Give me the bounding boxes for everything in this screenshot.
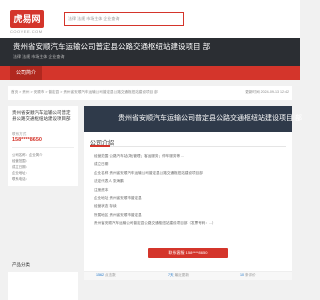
section-accent (90, 145, 110, 147)
stat-value: 1562 (96, 273, 104, 277)
banner-subtitle: 法律 法规 市场主体 企业查询 (13, 54, 65, 59)
info-row: 企业名称 贵州省安顺汽车运输公司普定县公路交通枢纽站建设项目部 (94, 170, 203, 175)
info-row: 注册资本 (94, 187, 109, 192)
company-info-list: 经营范围 公路汽车站(场)管理；客运服务；停车服务等 ... 成立日期 企业名称… (94, 152, 286, 228)
stat-reviews: 10 条评价 (240, 273, 256, 278)
search-input[interactable]: 法律 法规 市场主体 企业查询 (64, 12, 184, 26)
info-row: 经营状态 存续 (94, 204, 117, 209)
contact-phone[interactable]: 158****8650 (12, 137, 42, 143)
sidebar-company-name: 贵州省安顺汽车运输公司普定县公路交通枢纽站建设项目部 (12, 110, 71, 121)
stat-value: 10 (240, 273, 244, 277)
stat-value: 7天 (168, 273, 174, 277)
product-category-label: 产品分类 (12, 262, 30, 267)
nav-bar (0, 66, 300, 80)
banner-title: 贵州省安顺汽车运输公司普定县公路交通枢纽站建设项目 部 (13, 42, 211, 51)
product-category-box (8, 272, 78, 300)
info-row: 所属地区 贵州省安顺市普定县 (94, 212, 142, 217)
info-row: 法定代表人 张海鹏 (94, 179, 124, 184)
section-divider (90, 146, 286, 147)
stat-clicks: 1562 点击数 (96, 273, 116, 278)
logo-subtitle: COOYEE.COM (10, 29, 43, 34)
page-title: 贵州省安顺汽车运输公司普定县公路交通枢纽站建设项目 部 (118, 115, 302, 122)
nav-item-company-intro[interactable]: 公司简介 (10, 66, 43, 80)
info-row: 经营范围 公路汽车站(场)管理；客运服务；停车服务等 ... (94, 154, 185, 158)
stat-label: 条评价 (245, 273, 256, 277)
stat-updated: 7天 最近更新 (168, 273, 189, 278)
sidebar-info-row: 联系电话： (12, 177, 29, 181)
site-logo[interactable]: 虎易网 (10, 10, 44, 28)
updated-time: 更新时间 2024-09-13 12:42 (245, 90, 289, 94)
sidebar-info-list: 公司名称：企业简介 经营范围： 成立日期： 企业地址： 联系电话： (12, 152, 74, 182)
contact-service-button[interactable]: 联系客服 158****8650 (148, 248, 228, 258)
info-row: 成立日期 (94, 162, 109, 167)
stat-label: 点击数 (105, 273, 116, 277)
info-row: 企业地址 贵州省安顺市普定县 (94, 196, 142, 201)
divider (12, 147, 74, 148)
info-row: 贵州省安顺汽车运输公司普定县公路交通枢纽站建设项目部（发票号码：...） (94, 221, 216, 226)
stat-label: 最近更新 (174, 273, 189, 277)
breadcrumb[interactable]: 首页 > 贵州 > 安顺市 > 普定县 > 贵州省安顺汽车运输公司普定县公路交通… (11, 90, 158, 95)
